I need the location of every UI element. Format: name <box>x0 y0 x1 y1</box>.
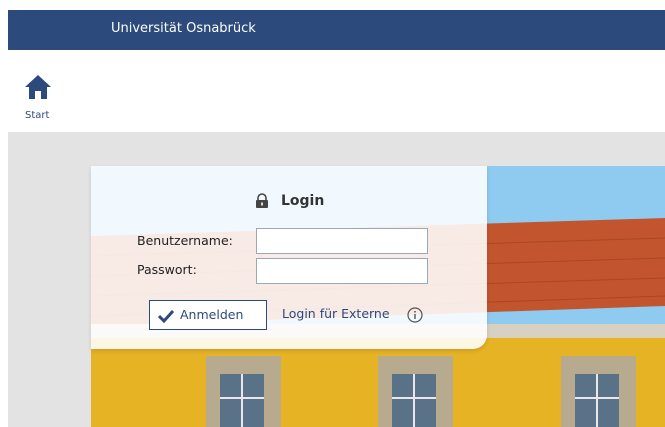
username-label: Benutzername: <box>137 233 233 248</box>
external-login-link[interactable]: Login für Externe <box>282 306 390 321</box>
checkmark-icon <box>158 309 174 323</box>
start-label: Start <box>25 110 50 121</box>
info-icon[interactable] <box>407 307 423 323</box>
navigation-bar: Start <box>0 50 665 132</box>
login-card: Login Benutzername: Passwort: Anmelden L… <box>91 166 487 349</box>
home-icon <box>25 75 51 99</box>
header-bar: Universität Osnabrück <box>8 10 665 50</box>
university-brand[interactable]: Universität Osnabrück <box>111 20 256 38</box>
login-submit-button[interactable]: Anmelden <box>149 300 267 330</box>
password-input[interactable] <box>256 258 428 284</box>
login-title: Login <box>281 193 325 209</box>
page: Universität Osnabrück Start Login Benutz… <box>0 0 665 427</box>
start-button[interactable]: Start <box>16 70 60 128</box>
lock-icon <box>256 193 268 208</box>
username-input[interactable] <box>256 228 428 254</box>
login-submit-label: Anmelden <box>180 307 244 322</box>
password-label: Passwort: <box>137 262 197 277</box>
